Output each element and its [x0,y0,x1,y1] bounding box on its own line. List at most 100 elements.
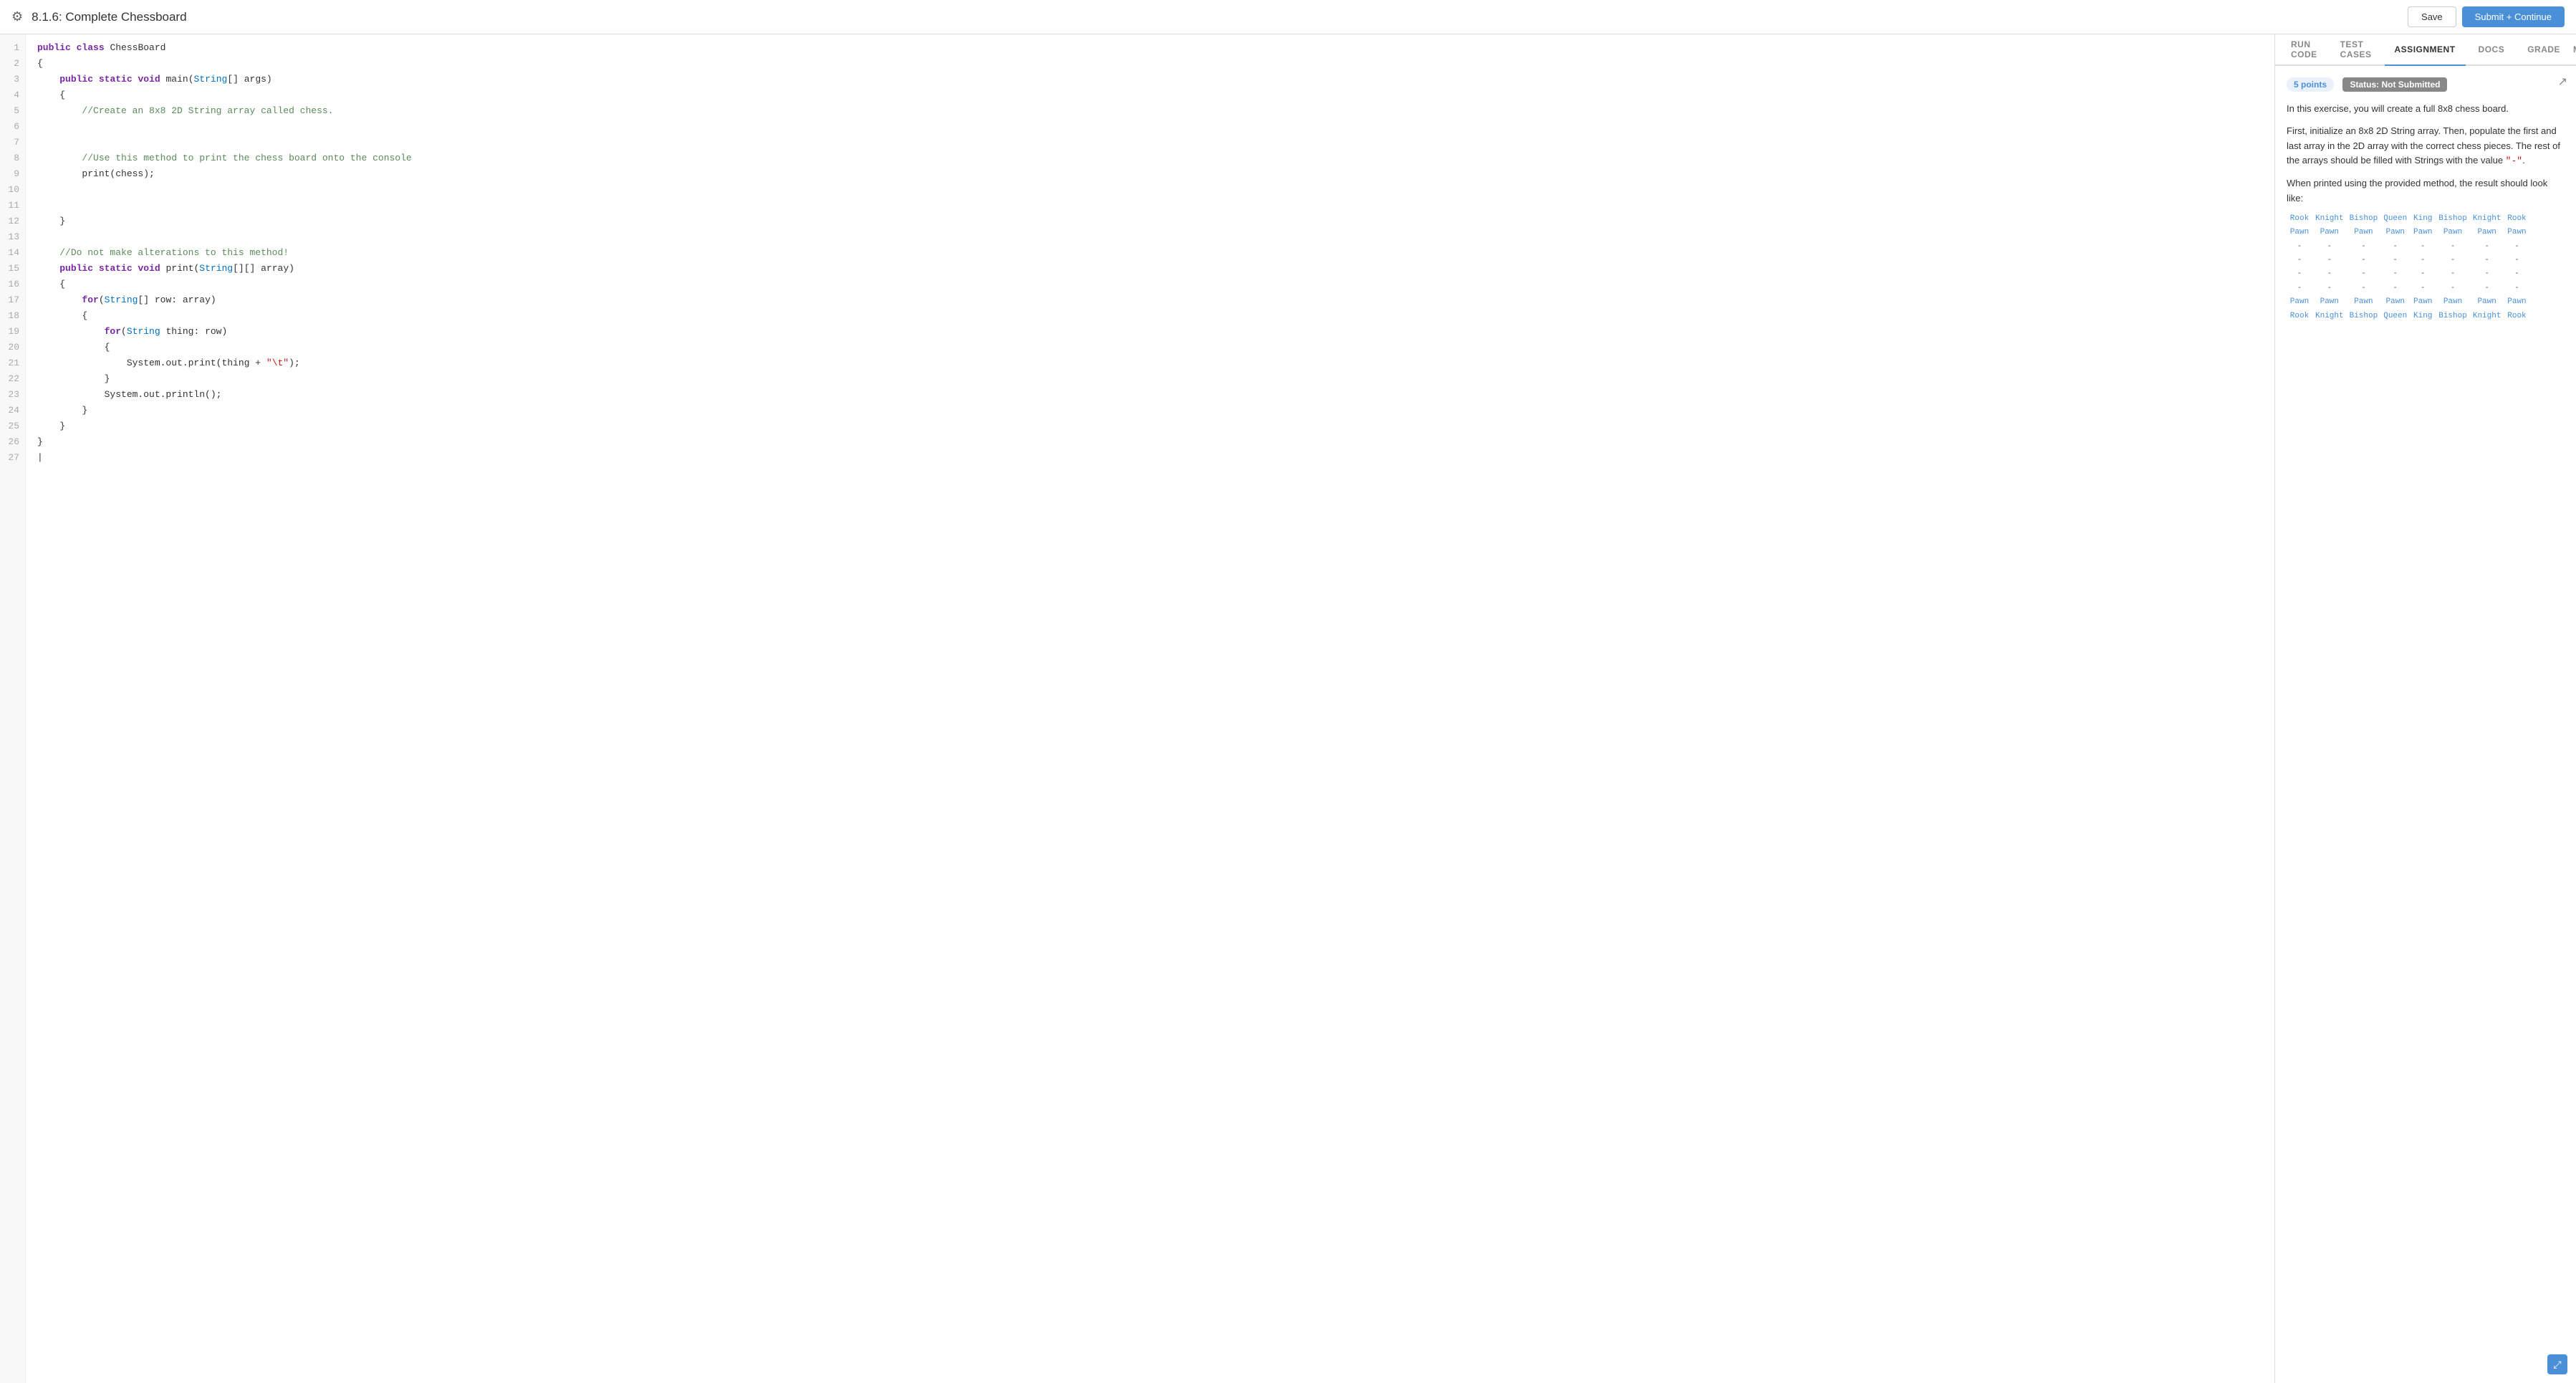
chess-cell: - [2380,254,2410,267]
line-numbers: 1 2 3 4 5 6 7 8 9 10 11 12 13 14 15 16 1… [0,34,26,1383]
tab-more[interactable]: MORE [2573,44,2576,54]
chess-cell: Bishop [2347,212,2381,226]
chess-cell: - [2504,267,2529,281]
chess-cell: - [2287,282,2312,295]
save-button[interactable]: Save [2408,6,2456,27]
line-num-1: 1 [0,40,25,56]
chess-cell: Bishop [2436,212,2470,226]
chess-cell: - [2287,267,2312,281]
external-link-icon[interactable]: ↗ [2558,75,2567,89]
chess-cell: Pawn [2347,226,2381,239]
line-num-7: 7 [0,135,25,150]
chess-cell: Pawn [2287,226,2312,239]
chess-cell: - [2410,282,2436,295]
chess-cell: Knight [2470,310,2504,323]
chess-row-4: - - - - - - - - [2287,254,2529,267]
chess-cell: Rook [2287,310,2312,323]
badges-row: 5 points Status: Not Submitted [2287,77,2565,92]
chess-cell: Pawn [2380,226,2410,239]
chess-cell: King [2410,212,2436,226]
line-num-9: 9 [0,166,25,182]
chess-cell: Rook [2504,212,2529,226]
chess-row-8: Rook Knight Bishop Queen King Bishop Kni… [2287,310,2529,323]
code-line-7 [37,135,2263,150]
code-line-10 [37,182,2263,198]
chess-cell: - [2436,267,2470,281]
chess-cell: King [2410,310,2436,323]
chess-cell: - [2436,240,2470,254]
gear-icon[interactable]: ⚙ [11,9,23,24]
line-num-3: 3 [0,72,25,87]
code-line-22: } [37,371,2263,387]
chess-row-1: Rook Knight Bishop Queen King Bishop Kni… [2287,212,2529,226]
line-num-26: 26 [0,434,25,450]
submit-button[interactable]: Submit + Continue [2462,6,2565,27]
code-area[interactable]: public class ChessBoard { public static … [26,34,2274,1383]
chess-cell: Pawn [2470,226,2504,239]
chess-cell: - [2504,254,2529,267]
code-line-1: public class ChessBoard [37,40,2263,56]
chess-cell: - [2436,282,2470,295]
chess-cell: Pawn [2380,295,2410,309]
chess-cell: - [2504,282,2529,295]
line-num-6: 6 [0,119,25,135]
expand-button[interactable]: ⤢ [2547,1354,2567,1374]
chess-cell: Knight [2312,310,2347,323]
chess-cell: - [2312,240,2347,254]
code-line-15: public static void print(String[][] arra… [37,261,2263,277]
line-num-16: 16 [0,277,25,292]
line-num-12: 12 [0,214,25,229]
code-line-2: { [37,56,2263,72]
assignment-desc-1: In this exercise, you will create a full… [2287,102,2565,117]
right-panel: RUN CODE TEST CASES ASSIGNMENT DOCS GRAD… [2275,34,2576,1383]
chess-row-6: - - - - - - - - [2287,282,2529,295]
code-line-6 [37,119,2263,135]
chess-row-7: Pawn Pawn Pawn Pawn Pawn Pawn Pawn Pawn [2287,295,2529,309]
chess-cell: - [2380,267,2410,281]
chess-cell: Pawn [2436,295,2470,309]
tab-grade[interactable]: GRADE [2517,34,2570,66]
points-badge: 5 points [2287,77,2334,92]
chess-cell: Pawn [2436,226,2470,239]
line-num-8: 8 [0,150,25,166]
line-num-17: 17 [0,292,25,308]
status-badge: Status: Not Submitted [2342,77,2447,92]
assignment-desc-3: When printed using the provided method, … [2287,176,2565,206]
chess-cell: - [2410,240,2436,254]
code-line-24: } [37,403,2263,418]
code-line-13 [37,229,2263,245]
tab-assignment[interactable]: ASSIGNMENT [2385,34,2466,66]
tab-run-code[interactable]: RUN CODE [2281,34,2327,66]
chess-cell: Queen [2380,310,2410,323]
tab-docs[interactable]: DOCS [2469,34,2515,66]
code-line-3: public static void main(String[] args) [37,72,2263,87]
code-line-9: print(chess); [37,166,2263,182]
code-line-23: System.out.println(); [37,387,2263,403]
chess-cell: - [2470,267,2504,281]
code-line-11 [37,198,2263,214]
highlight-dash: "-" [2506,155,2522,166]
code-line-14: //Do not make alterations to this method… [37,245,2263,261]
chess-cell: Pawn [2504,226,2529,239]
chess-cell: Pawn [2287,295,2312,309]
chess-cell: - [2470,240,2504,254]
code-line-16: { [37,277,2263,292]
code-line-18: { [37,308,2263,324]
chess-cell: Pawn [2312,295,2347,309]
topbar-buttons: Save Submit + Continue [2408,6,2565,27]
code-line-27: | [37,450,2263,466]
topbar: ⚙ 8.1.6: Complete Chessboard Save Submit… [0,0,2576,34]
code-line-21: System.out.print(thing + "\t"); [37,355,2263,371]
chess-cell: - [2410,267,2436,281]
chess-cell: - [2347,254,2381,267]
chess-cell: - [2312,267,2347,281]
line-num-10: 10 [0,182,25,198]
code-line-19: for(String thing: row) [37,324,2263,340]
line-num-20: 20 [0,340,25,355]
tab-test-cases[interactable]: TEST CASES [2330,34,2382,66]
chess-cell: - [2410,254,2436,267]
chess-cell: - [2347,240,2381,254]
chess-cell: - [2287,240,2312,254]
line-num-23: 23 [0,387,25,403]
chess-cell: Bishop [2347,310,2381,323]
